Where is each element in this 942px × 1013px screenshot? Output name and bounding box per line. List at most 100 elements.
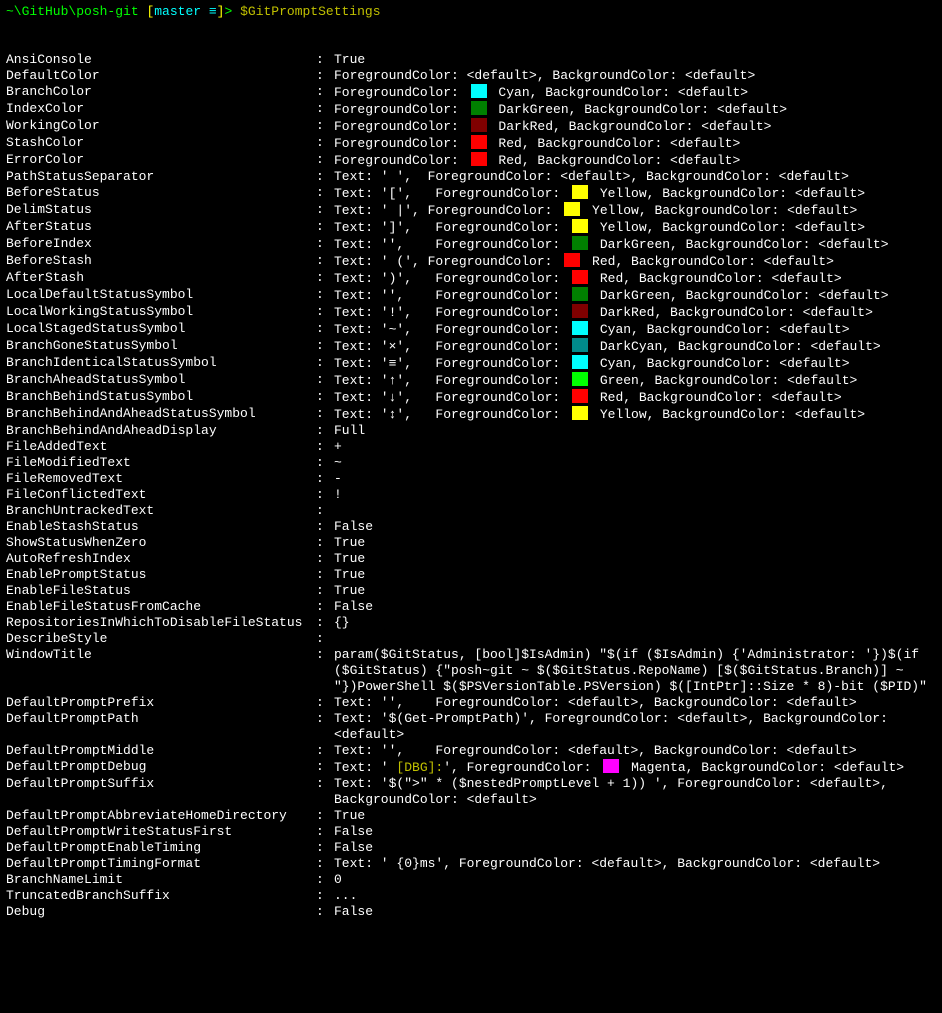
setting-separator: : [316, 253, 334, 270]
setting-key: DefaultPromptDebug [6, 759, 316, 776]
setting-value: Text: '!', ForegroundColor: DarkRed, Bac… [334, 304, 936, 321]
setting-value: Text: '', ForegroundColor: DarkGreen, Ba… [334, 287, 936, 304]
setting-row: AfterStash: Text: ')', ForegroundColor: … [6, 270, 936, 287]
setting-row: BranchColor: ForegroundColor: Cyan, Back… [6, 84, 936, 101]
setting-separator: : [316, 84, 334, 101]
setting-key: RepositoriesInWhichToDisableFileStatus [6, 615, 316, 631]
setting-value: Text: '↓', ForegroundColor: Red, Backgro… [334, 389, 936, 406]
color-swatch [572, 355, 588, 369]
color-swatch [572, 321, 588, 335]
setting-separator: : [316, 535, 334, 551]
setting-value: False [334, 599, 936, 615]
setting-key: DefaultPromptMiddle [6, 743, 316, 759]
setting-key: FileModifiedText [6, 455, 316, 471]
setting-separator: : [316, 743, 334, 759]
setting-separator: : [316, 219, 334, 236]
setting-separator: : [316, 824, 334, 840]
setting-value: ForegroundColor: Red, BackgroundColor: <… [334, 152, 936, 169]
setting-key: BranchBehindStatusSymbol [6, 389, 316, 406]
setting-row: FileRemovedText: - [6, 471, 936, 487]
setting-value: True [334, 535, 936, 551]
setting-value: False [334, 840, 936, 856]
color-swatch [572, 270, 588, 284]
setting-value: Text: '[', ForegroundColor: Yellow, Back… [334, 185, 936, 202]
setting-row: BranchBehindAndAheadStatusSymbol: Text: … [6, 406, 936, 423]
setting-key: EnableFileStatusFromCache [6, 599, 316, 615]
setting-key: StashColor [6, 135, 316, 152]
setting-key: DefaultPromptAbbreviateHomeDirectory [6, 808, 316, 824]
setting-separator: : [316, 503, 334, 519]
setting-value: Text: '', ForegroundColor: DarkGreen, Ba… [334, 236, 936, 253]
setting-separator: : [316, 423, 334, 439]
setting-value: ForegroundColor: Cyan, BackgroundColor: … [334, 84, 936, 101]
setting-row: BranchIdenticalStatusSymbol: Text: '≡', … [6, 355, 936, 372]
setting-separator: : [316, 631, 334, 647]
color-swatch [564, 202, 580, 216]
color-swatch [572, 406, 588, 420]
setting-separator: : [316, 583, 334, 599]
color-swatch [572, 389, 588, 403]
prompt-line: ~\GitHub\posh-git [master ≡]> $GitPrompt… [6, 4, 936, 20]
setting-key: BranchColor [6, 84, 316, 101]
setting-key: DefaultPromptTimingFormat [6, 856, 316, 872]
setting-row: DefaultPromptWriteStatusFirst: False [6, 824, 936, 840]
setting-separator: : [316, 355, 334, 372]
setting-key: BranchUntrackedText [6, 503, 316, 519]
setting-key: BeforeStash [6, 253, 316, 270]
setting-key: Debug [6, 904, 316, 920]
setting-key: PathStatusSeparator [6, 169, 316, 185]
setting-separator: : [316, 599, 334, 615]
setting-row: BranchNameLimit: 0 [6, 872, 936, 888]
color-swatch [572, 185, 588, 199]
setting-separator: : [316, 372, 334, 389]
setting-separator: : [316, 406, 334, 423]
setting-row: FileModifiedText: ~ [6, 455, 936, 471]
setting-row: StashColor: ForegroundColor: Red, Backgr… [6, 135, 936, 152]
setting-key: DelimStatus [6, 202, 316, 219]
setting-value: Text: '$(">" * ($nestedPromptLevel + 1))… [334, 776, 936, 808]
setting-separator: : [316, 202, 334, 219]
setting-separator: : [316, 338, 334, 355]
setting-key: FileAddedText [6, 439, 316, 455]
setting-key: AnsiConsole [6, 52, 316, 68]
setting-key: BeforeIndex [6, 236, 316, 253]
setting-separator: : [316, 455, 334, 471]
setting-row: DefaultPromptAbbreviateHomeDirectory: Tr… [6, 808, 936, 824]
settings-output: AnsiConsole: TrueDefaultColor: Foregroun… [6, 52, 936, 920]
setting-value: param($GitStatus, [bool]$IsAdmin) "$(if … [334, 647, 936, 695]
setting-separator: : [316, 647, 334, 695]
setting-key: BranchBehindAndAheadDisplay [6, 423, 316, 439]
setting-value: Text: '', ForegroundColor: <default>, Ba… [334, 743, 936, 759]
setting-row: ShowStatusWhenZero: True [6, 535, 936, 551]
setting-row: BeforeIndex: Text: '', ForegroundColor: … [6, 236, 936, 253]
setting-value: + [334, 439, 936, 455]
setting-separator: : [316, 101, 334, 118]
setting-value: Text: '$(Get-PromptPath)', ForegroundCol… [334, 711, 936, 743]
setting-value: Text: '~', ForegroundColor: Cyan, Backgr… [334, 321, 936, 338]
setting-row: WindowTitle: param($GitStatus, [bool]$Is… [6, 647, 936, 695]
setting-separator: : [316, 615, 334, 631]
setting-separator: : [316, 551, 334, 567]
setting-key: AfterStatus [6, 219, 316, 236]
setting-key: AutoRefreshIndex [6, 551, 316, 567]
setting-value: - [334, 471, 936, 487]
setting-value [334, 503, 936, 519]
setting-row: EnableFileStatus: True [6, 583, 936, 599]
setting-value: Text: ' ', ForegroundColor: <default>, B… [334, 169, 936, 185]
setting-row: LocalDefaultStatusSymbol: Text: '', Fore… [6, 287, 936, 304]
setting-key: AfterStash [6, 270, 316, 287]
setting-separator: : [316, 439, 334, 455]
color-swatch [572, 304, 588, 318]
setting-row: Debug: False [6, 904, 936, 920]
setting-key: EnablePromptStatus [6, 567, 316, 583]
prompt-branch: master ≡ [154, 4, 216, 19]
setting-row: DelimStatus: Text: ' |', ForegroundColor… [6, 202, 936, 219]
setting-key: BranchAheadStatusSymbol [6, 372, 316, 389]
setting-row: PathStatusSeparator: Text: ' ', Foregrou… [6, 169, 936, 185]
setting-key: WindowTitle [6, 647, 316, 695]
setting-row: DefaultPromptDebug: Text: ' [DBG]:', For… [6, 759, 936, 776]
setting-separator: : [316, 840, 334, 856]
setting-value: True [334, 52, 936, 68]
setting-separator: : [316, 759, 334, 776]
setting-value: False [334, 824, 936, 840]
